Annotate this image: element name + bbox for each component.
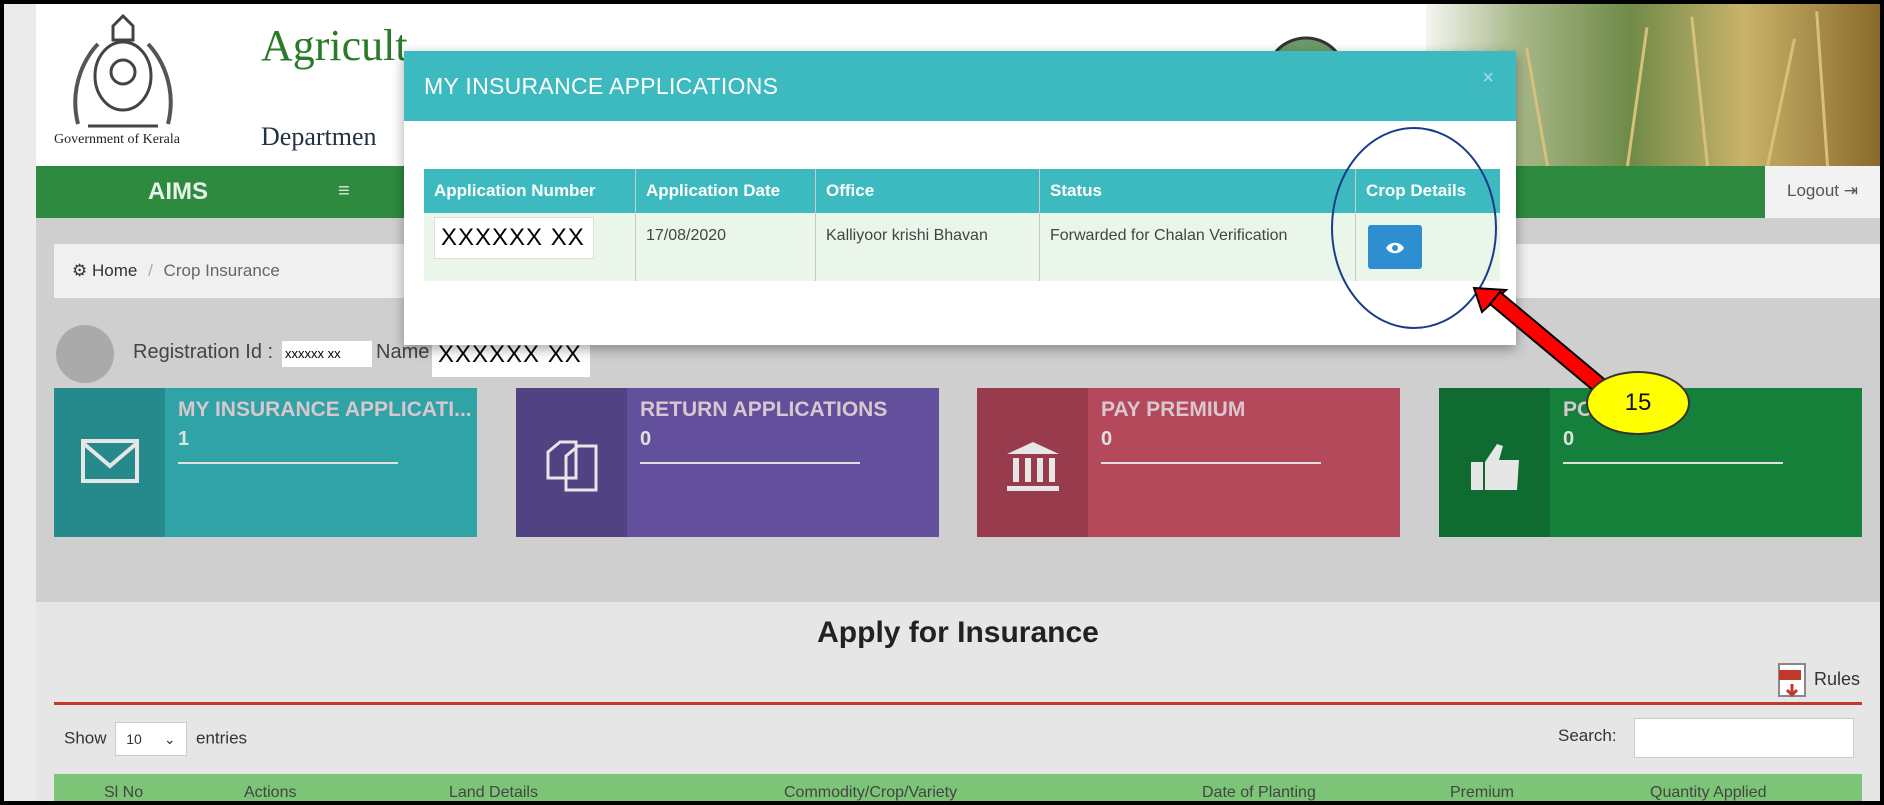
brand-link[interactable]: AIMS bbox=[148, 178, 208, 206]
table-row: XXXXXX XX 17/08/2020 Kalliyoor krishi Bh… bbox=[424, 213, 1500, 281]
entries-select[interactable]: 10 ⌄ bbox=[115, 722, 188, 756]
search-label: Search: bbox=[1558, 726, 1617, 745]
column-crop-details: Crop Details bbox=[1366, 181, 1467, 200]
chevron-down-icon: ⌄ bbox=[163, 731, 176, 747]
rules-link[interactable]: Rules bbox=[1777, 662, 1860, 698]
apply-insurance-section: Apply for Insurance Rules Show 10 ⌄ entri… bbox=[36, 602, 1880, 801]
close-icon[interactable]: × bbox=[1482, 67, 1494, 90]
modal-header: MY INSURANCE APPLICATIONS × bbox=[404, 51, 1516, 121]
kerala-emblem-icon bbox=[73, 14, 173, 128]
column-commodity[interactable]: Commodity/Crop/Variety bbox=[784, 784, 957, 801]
entries-control: Show 10 ⌄ entries bbox=[64, 722, 247, 756]
tile-title: RETURN APPLICATIONS bbox=[640, 398, 888, 421]
column-sl-no[interactable]: Sl No bbox=[104, 784, 143, 801]
tile-my-insurance-applications[interactable]: MY INSURANCE APPLICATI... 1 bbox=[54, 388, 477, 537]
registration-id-label: Registration Id : bbox=[133, 341, 274, 363]
logout-button[interactable]: Logout ⇥ bbox=[1765, 166, 1880, 218]
divider bbox=[54, 702, 1862, 705]
breadcrumb-current: Crop Insurance bbox=[163, 261, 280, 280]
avatar bbox=[56, 325, 114, 383]
tile-progress bbox=[1563, 462, 1783, 464]
show-label: Show bbox=[64, 728, 107, 748]
insurance-applications-modal: MY INSURANCE APPLICATIONS × Application … bbox=[404, 51, 1516, 345]
menu-toggle-icon[interactable]: ≡ bbox=[338, 180, 350, 203]
view-crop-details-button[interactable] bbox=[1368, 225, 1422, 269]
step-badge: 15 bbox=[1586, 371, 1690, 435]
rules-label: Rules bbox=[1813, 668, 1860, 689]
column-land-details[interactable]: Land Details bbox=[449, 784, 538, 801]
tile-title: PAY PREMIUM bbox=[1101, 398, 1246, 421]
site-subtitle: Departmen bbox=[261, 122, 377, 151]
table-header: Sl No Actions Land Details Commodity/Cro… bbox=[54, 774, 1862, 801]
gov-label: Government of Kerala bbox=[54, 132, 180, 147]
modal-title: MY INSURANCE APPLICATIONS bbox=[424, 73, 779, 99]
tile-title: MY INSURANCE APPLICATI... bbox=[178, 398, 472, 421]
column-office: Office bbox=[816, 169, 1040, 213]
screenshot-frame: Government of Kerala Agricult Departmen … bbox=[4, 4, 1880, 801]
column-application-date: Application Date bbox=[636, 169, 816, 213]
tile-count: 0 bbox=[1101, 428, 1113, 450]
pdf-icon bbox=[1777, 663, 1806, 698]
entries-label: entries bbox=[196, 728, 248, 748]
dashboard-icon: ⚙ bbox=[72, 261, 88, 280]
tile-return-applications[interactable]: RETURN APPLICATIONS 0 bbox=[516, 388, 939, 537]
column-actions[interactable]: Actions bbox=[244, 784, 296, 801]
bank-icon bbox=[1007, 442, 1059, 491]
tile-progress bbox=[640, 462, 860, 464]
site-title-visible: Agricult bbox=[261, 21, 408, 70]
column-quantity-applied[interactable]: Quantity Applied bbox=[1650, 784, 1767, 801]
thumbs-up-icon bbox=[1471, 444, 1519, 490]
status-value: Forwarded for Chalan Verification bbox=[1040, 213, 1356, 281]
column-status: Status bbox=[1040, 169, 1356, 213]
envelope-icon bbox=[81, 439, 139, 483]
column-date-of-planting[interactable]: Date of Planting bbox=[1202, 784, 1316, 801]
tile-pay-premium[interactable]: PAY PREMIUM 0 bbox=[977, 388, 1400, 537]
application-date-value: 17/08/2020 bbox=[636, 213, 816, 281]
search-input[interactable] bbox=[1634, 718, 1854, 758]
registration-id-value: xxxxxx xx bbox=[282, 341, 372, 367]
breadcrumb-separator: / bbox=[148, 261, 153, 280]
tile-count: 0 bbox=[1563, 428, 1575, 450]
breadcrumb-home-link[interactable]: Home bbox=[92, 261, 137, 280]
site-title: Agricult bbox=[261, 20, 408, 71]
table-header-row: Application Number Application Date Offi… bbox=[424, 169, 1500, 213]
office-value: Kalliyoor krishi Bhavan bbox=[816, 213, 1040, 281]
tile-progress bbox=[178, 462, 398, 464]
tile-count: 0 bbox=[640, 428, 652, 450]
copy-icon bbox=[546, 440, 598, 492]
application-number-value: XXXXXX XX bbox=[434, 217, 594, 259]
column-premium[interactable]: Premium bbox=[1450, 784, 1514, 801]
tile-count: 1 bbox=[178, 428, 190, 450]
eye-icon bbox=[1386, 243, 1404, 254]
section-heading: Apply for Insurance bbox=[817, 616, 1099, 649]
entries-value: 10 bbox=[126, 731, 142, 747]
column-application-number: Application Number bbox=[424, 169, 636, 213]
tile-progress bbox=[1101, 462, 1321, 464]
